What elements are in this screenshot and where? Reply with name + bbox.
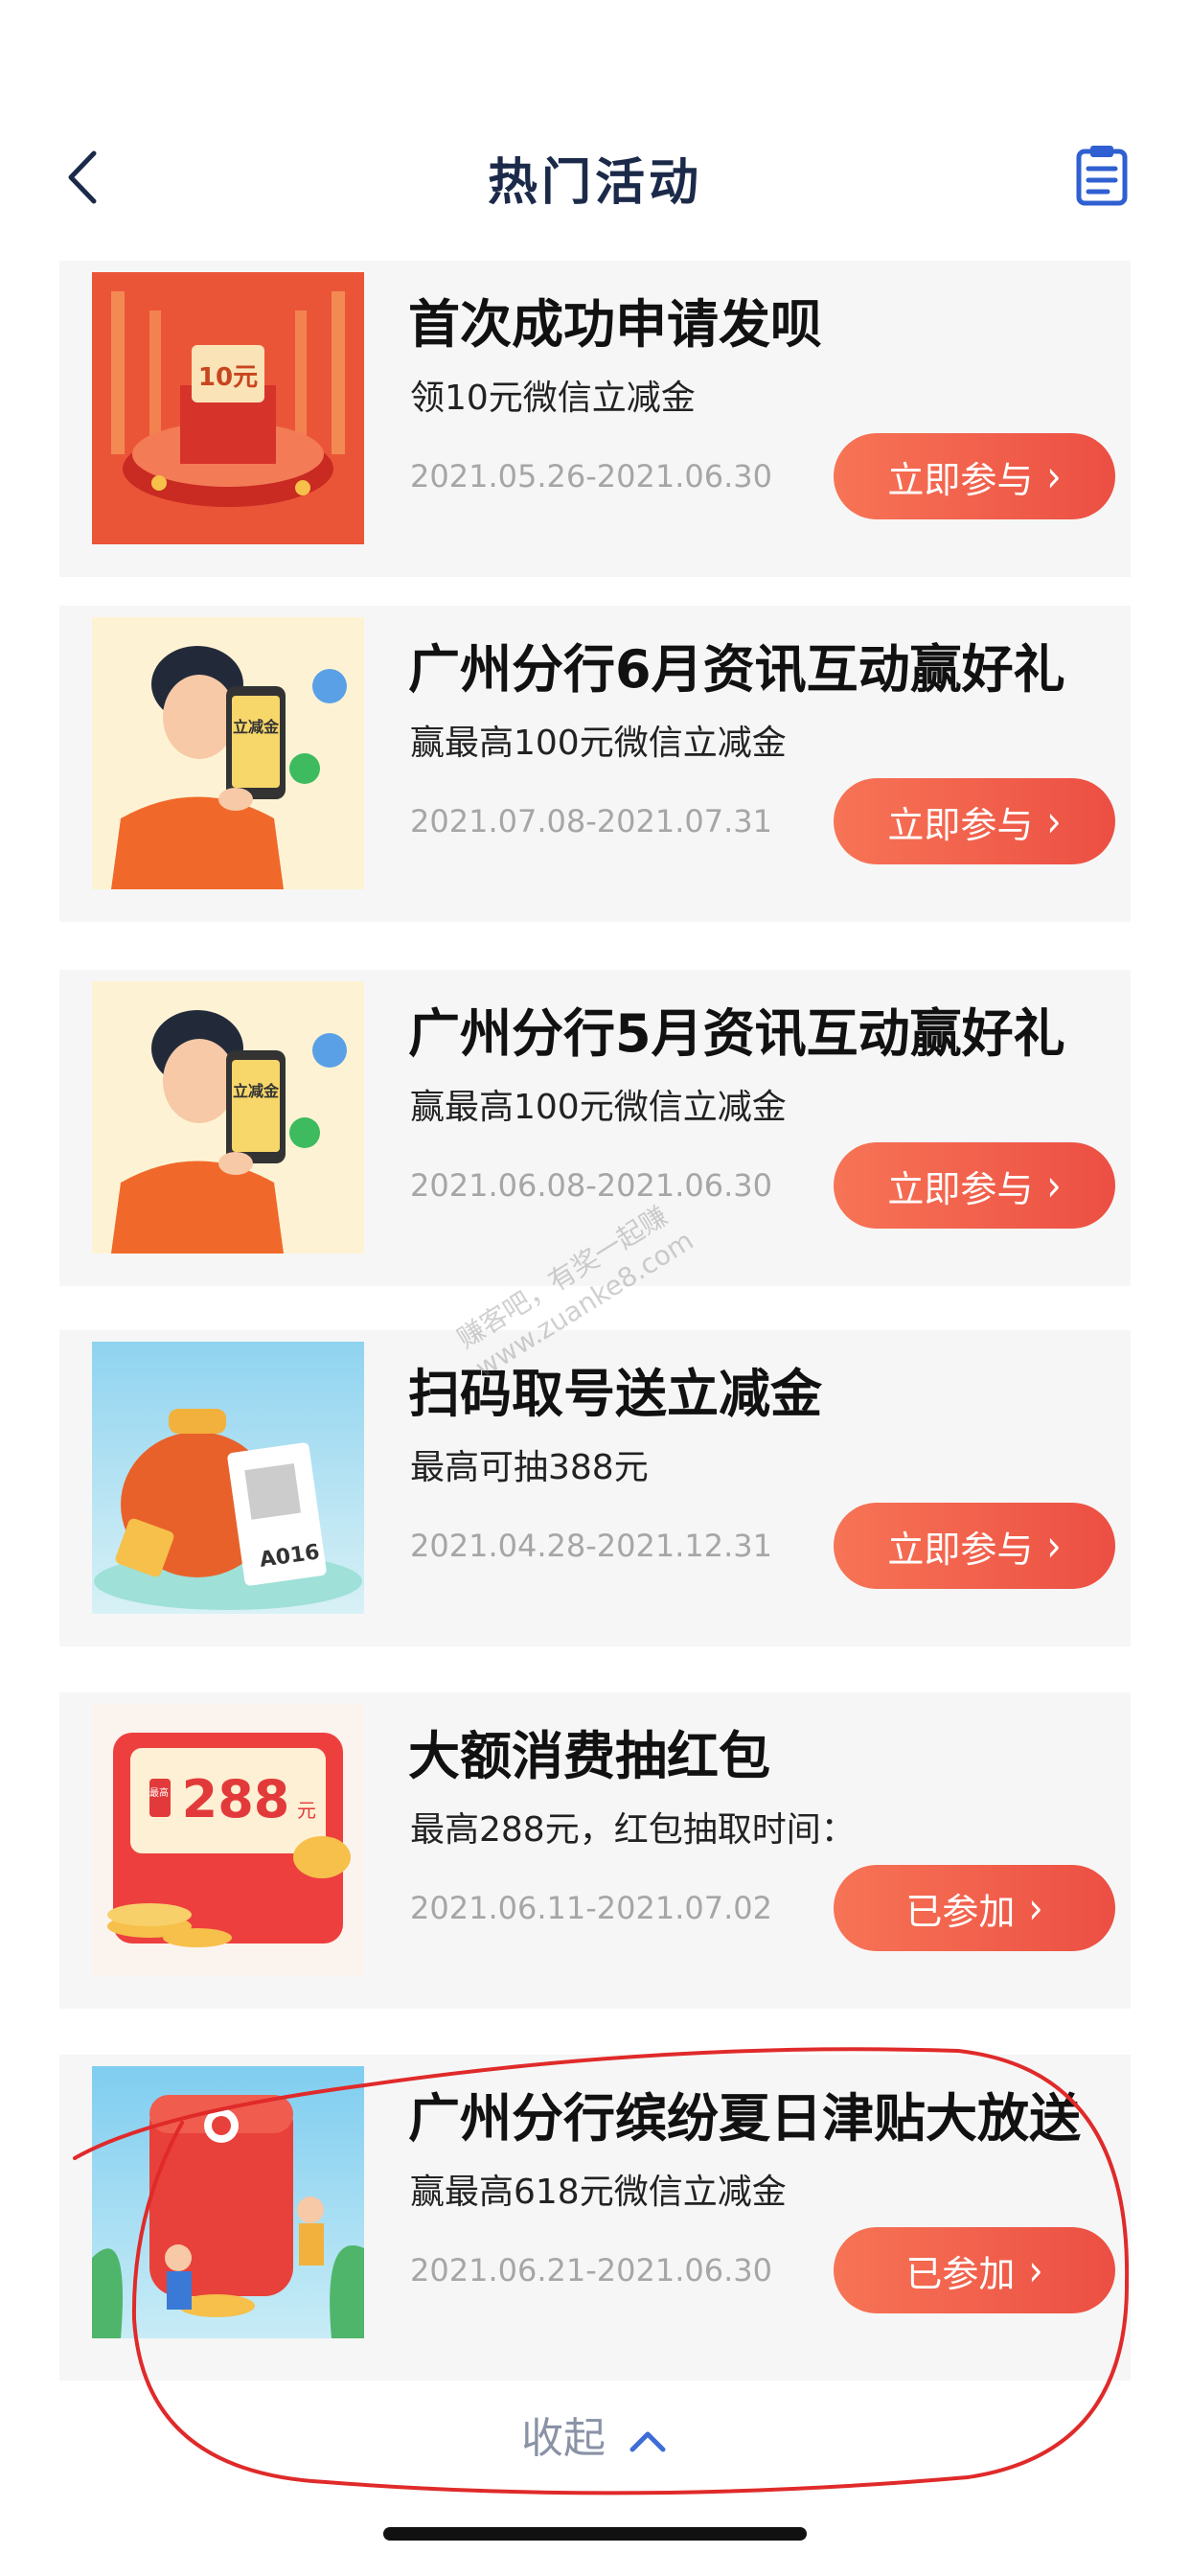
thumb-text: 10元 [198, 363, 258, 392]
activity-thumbnail-phone-man: 立减金 [92, 981, 364, 1254]
thumb-amount: 288 [182, 1769, 290, 1829]
activity-title: 广州分行6月资讯互动赢好礼 [408, 639, 1065, 700]
activity-card[interactable]: 最高 288 元 大额消费抽红包 最高288元，红包抽取时间： 2021.06.… [59, 1692, 1131, 2009]
activity-subtitle: 领10元微信立减金 [410, 379, 696, 418]
joined-button[interactable]: 已参加 › [834, 2227, 1115, 2313]
chevron-right-icon: › [1046, 1520, 1062, 1572]
join-button-label: 立即参与 [887, 458, 1034, 501]
activity-title: 首次成功申请发呗 [408, 294, 822, 355]
activity-card[interactable]: 立减金 广州分行6月资讯互动赢好礼 赢最高100元微信立减金 2021.07.0… [59, 606, 1131, 922]
activity-card[interactable]: 10元 首次成功申请发呗 领10元微信立减金 2021.05.26-2021.0… [59, 261, 1131, 577]
activity-thumbnail-summer-envelope [92, 2066, 364, 2338]
activity-title: 广州分行缤纷夏日津贴大放送 [408, 2088, 1081, 2149]
activity-thumbnail-red-gift: 10元 [92, 272, 364, 544]
join-button-label: 立即参与 [887, 803, 1034, 846]
activity-dates: 2021.06.08-2021.06.30 [410, 1167, 772, 1204]
activity-dates: 2021.07.08-2021.07.31 [410, 803, 772, 840]
join-button[interactable]: 立即参与 › [834, 433, 1115, 519]
activity-dates: 2021.06.21-2021.06.30 [410, 2252, 772, 2288]
clipboard-icon [1076, 146, 1128, 206]
thumb-text: 立减金 [233, 1082, 280, 1100]
join-button[interactable]: 立即参与 › [834, 1503, 1115, 1589]
activity-title: 广州分行5月资讯互动赢好礼 [408, 1003, 1065, 1064]
thumb-badge: 最高 [149, 1786, 169, 1799]
thumb-unit: 元 [297, 1799, 316, 1822]
activity-dates: 2021.06.11-2021.07.02 [410, 1890, 772, 1926]
activity-title: 大额消费抽红包 [408, 1726, 770, 1786]
activity-card[interactable]: A016 扫码取号送立减金 最高可抽388元 2021.04.28-2021.1… [59, 1330, 1131, 1646]
activity-dates: 2021.04.28-2021.12.31 [410, 1528, 772, 1564]
activity-thumbnail-lucky-bag: A016 [92, 1342, 364, 1614]
thumb-text: 立减金 [233, 718, 280, 736]
chevron-up-icon [629, 2431, 666, 2452]
collapse-button[interactable]: 收起 [0, 2404, 1190, 2465]
activity-dates: 2021.05.26-2021.06.30 [410, 458, 772, 494]
joined-button-label: 已参加 [905, 2252, 1016, 2295]
chevron-right-icon: › [1028, 1882, 1043, 1934]
join-button[interactable]: 立即参与 › [834, 778, 1115, 864]
activity-card[interactable]: 广州分行缤纷夏日津贴大放送 赢最高618元微信立减金 2021.06.21-20… [59, 2055, 1131, 2380]
collapse-label: 收起 [521, 2414, 606, 2463]
activity-thumbnail-phone-man: 立减金 [92, 617, 364, 889]
chevron-right-icon: › [1028, 2244, 1043, 2296]
join-button-label: 立即参与 [887, 1167, 1034, 1210]
chevron-right-icon: › [1046, 450, 1062, 502]
activity-thumbnail-red-envelope: 最高 288 元 [92, 1704, 364, 1976]
chevron-right-icon: › [1046, 795, 1062, 847]
activity-subtitle: 赢最高618元微信立减金 [410, 2173, 787, 2212]
joined-button-label: 已参加 [905, 1890, 1016, 1933]
activity-subtitle: 最高可抽388元 [410, 1448, 649, 1487]
activity-subtitle: 赢最高100元微信立减金 [410, 1088, 787, 1127]
activity-subtitle: 赢最高100元微信立减金 [410, 724, 787, 763]
joined-button[interactable]: 已参加 › [834, 1865, 1115, 1951]
home-indicator [383, 2527, 807, 2541]
join-button[interactable]: 立即参与 › [834, 1142, 1115, 1229]
nav-bar: 热门活动 [0, 115, 1190, 230]
join-button-label: 立即参与 [887, 1528, 1034, 1571]
chevron-right-icon: › [1046, 1160, 1062, 1211]
clipboard-button[interactable] [1075, 144, 1129, 207]
page-title: 热门活动 [487, 154, 702, 212]
activity-subtitle: 最高288元，红包抽取时间： [410, 1810, 856, 1850]
